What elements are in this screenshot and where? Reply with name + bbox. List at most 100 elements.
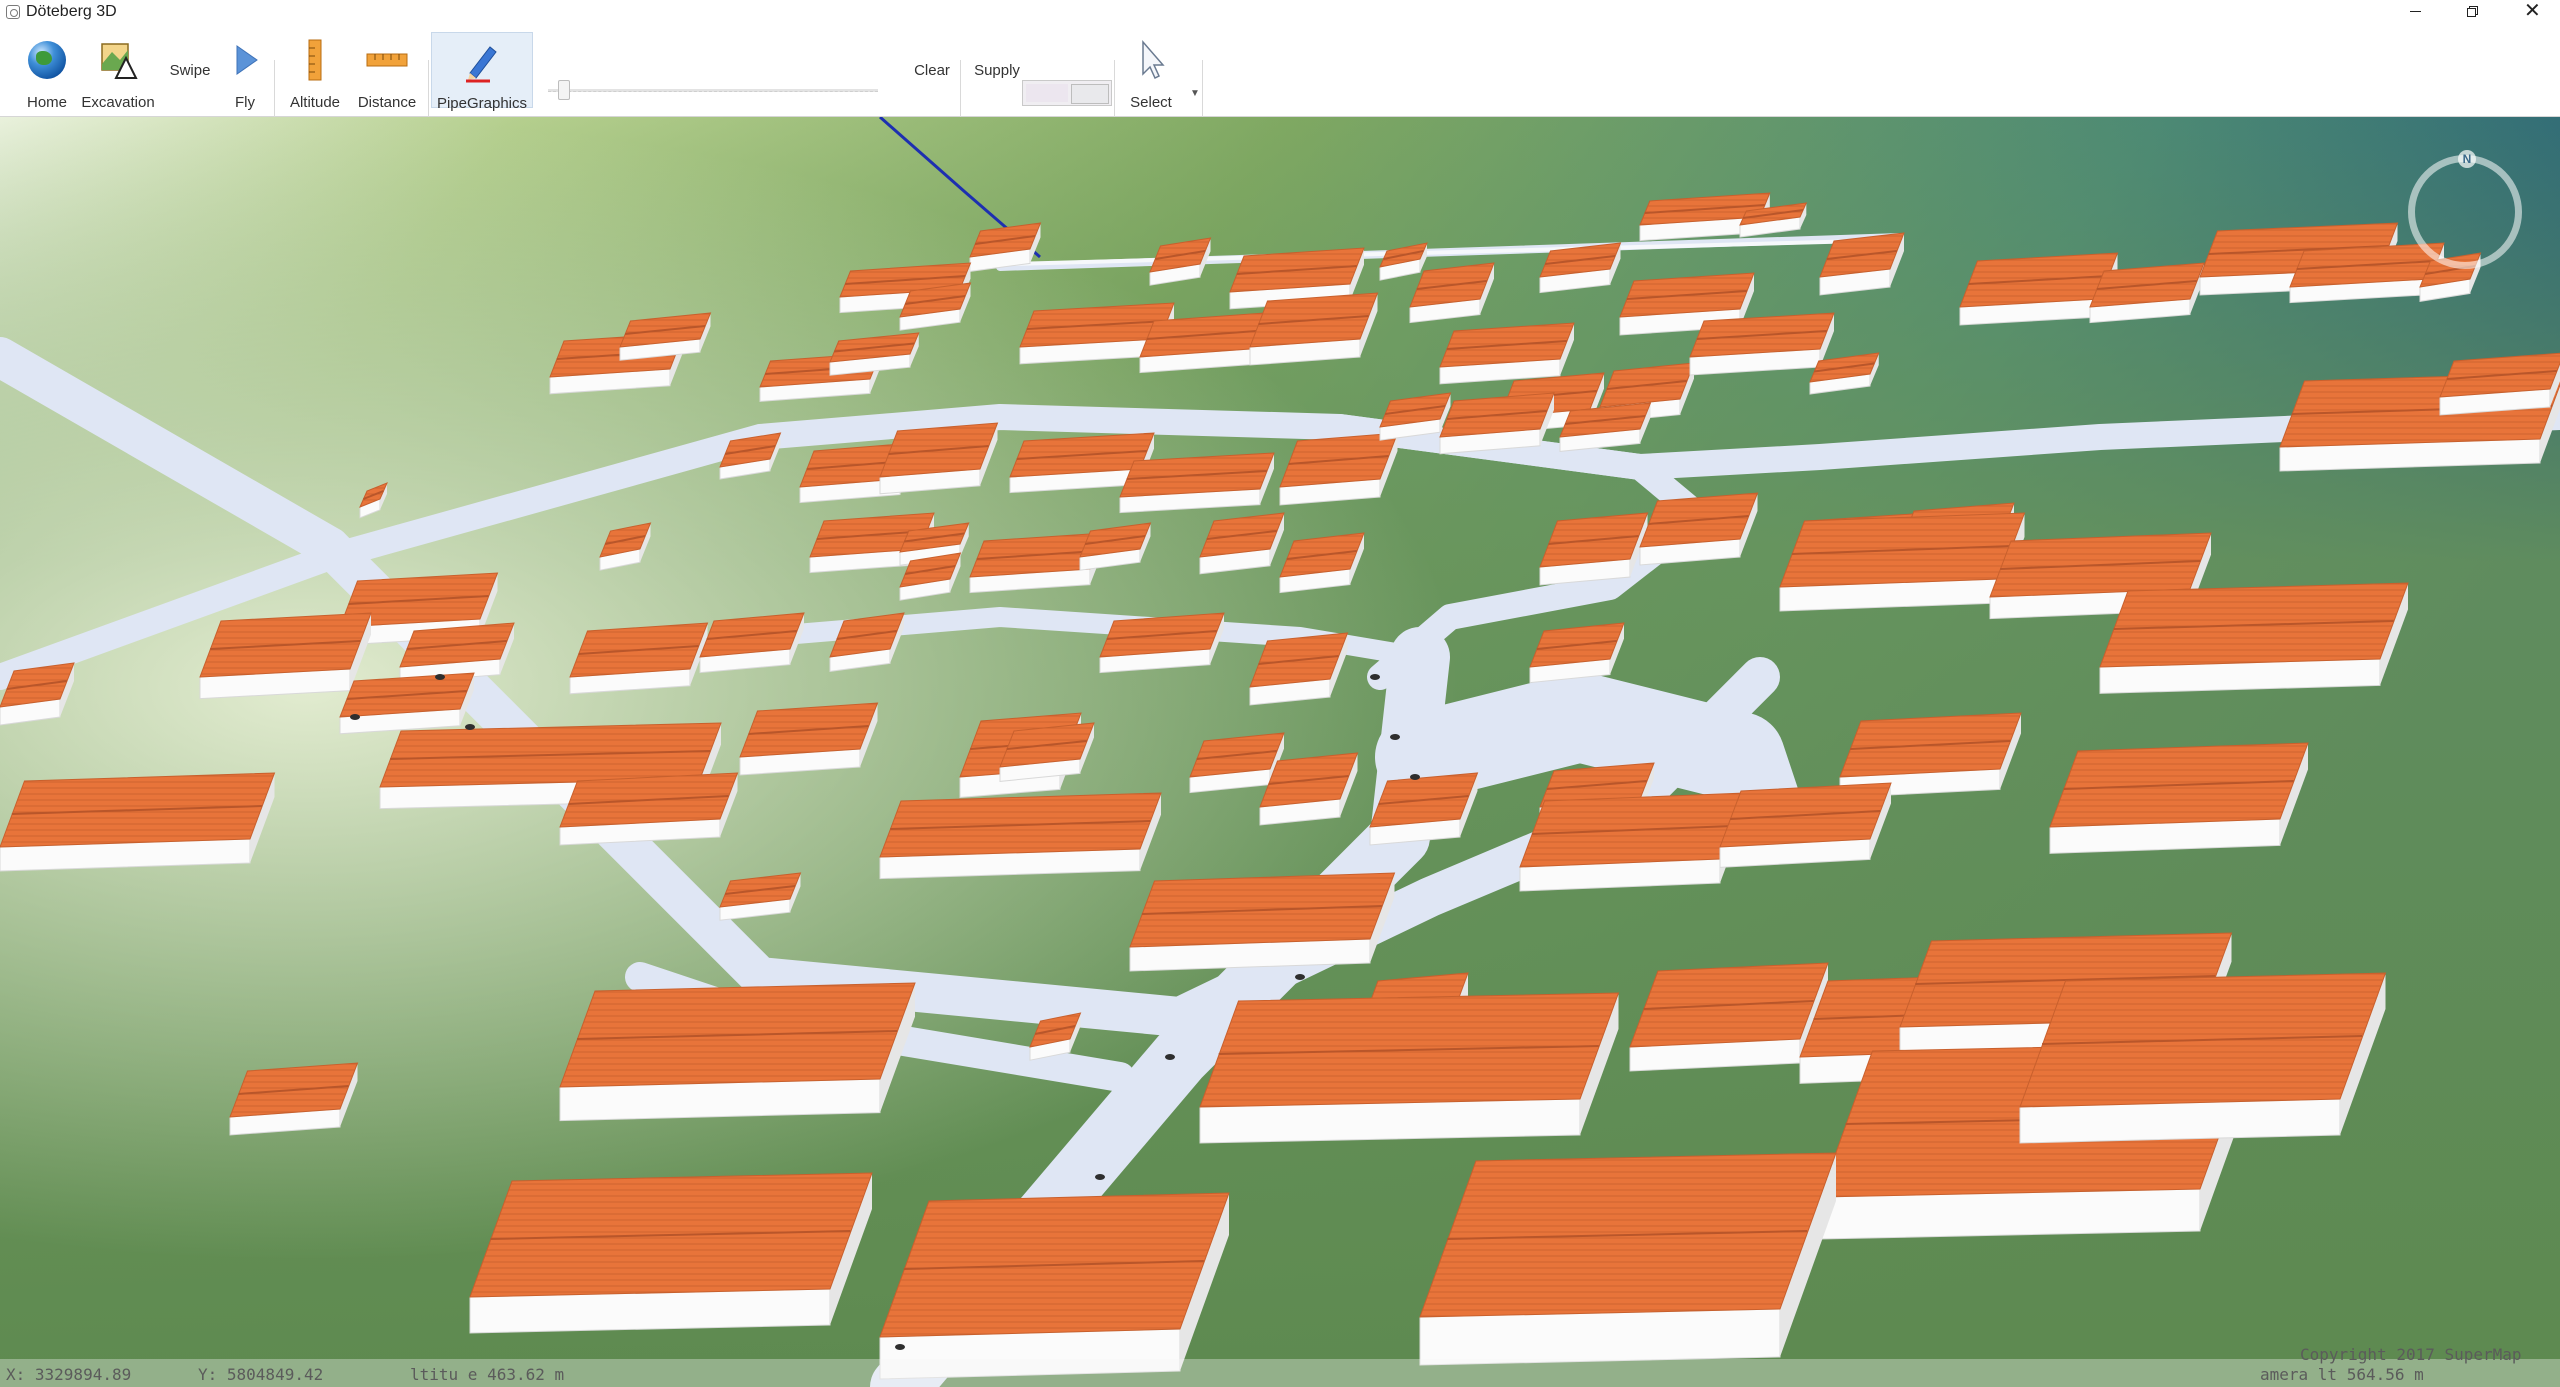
building	[2099, 582, 2409, 694]
close-button[interactable]: ✕	[2502, 0, 2560, 24]
window-title: Döteberg 3D	[26, 3, 117, 20]
building	[879, 1192, 1230, 1380]
building	[1249, 292, 1379, 366]
status-y-coordinate: Y: 5804849.42	[198, 1365, 324, 1384]
cursor-icon	[1129, 38, 1173, 82]
building	[1119, 452, 1275, 514]
building	[569, 622, 709, 695]
building	[1439, 392, 1555, 455]
status-altitude: ltitu e 463.62 m	[410, 1365, 565, 1384]
manhole-marker	[1295, 974, 1305, 980]
clear-button[interactable]: Clear	[904, 32, 960, 108]
building	[339, 672, 475, 735]
building	[1129, 872, 1396, 972]
restore-icon-front	[2467, 8, 2476, 17]
building	[879, 422, 999, 495]
building	[1139, 312, 1265, 374]
status-bar: X: 3329894.89 Y: 5804849.42 ltitu e 463.…	[0, 1345, 2560, 1387]
building	[1099, 612, 1225, 674]
manhole-marker	[1390, 734, 1400, 740]
manhole-marker	[1095, 1174, 1105, 1180]
swipe-button[interactable]: Swipe	[160, 32, 220, 108]
building	[229, 1062, 359, 1136]
pipegraphics-button[interactable]: PipeGraphics	[431, 32, 533, 112]
swipe-label: Swipe	[169, 62, 211, 79]
supply-toggle-fill	[1026, 84, 1068, 102]
building	[2019, 972, 2387, 1144]
building	[2049, 742, 2309, 854]
building	[559, 982, 916, 1122]
clear-label: Clear	[914, 62, 950, 79]
supply-toggle[interactable]	[1022, 80, 1112, 106]
building	[1439, 322, 1575, 385]
pencil-icon	[460, 39, 504, 83]
building	[469, 1172, 873, 1334]
globe-icon	[25, 38, 69, 82]
toolbar-separator	[274, 60, 275, 122]
3d-scene-view[interactable]: N X: 3329894.89 Y: 5804849.42 ltitu e 46…	[0, 117, 2560, 1387]
home-label: Home	[26, 94, 67, 111]
pipegraphics-label: PipeGraphics	[436, 95, 528, 112]
home-button[interactable]: Home	[12, 32, 82, 111]
supply-label: Supply	[974, 62, 1020, 79]
compass-icon[interactable]: N	[2408, 150, 2522, 269]
app-icon	[6, 5, 20, 19]
altitude-label: Altitude	[289, 94, 341, 111]
select-label: Select	[1130, 94, 1172, 111]
building	[1279, 432, 1399, 506]
building	[2089, 262, 2205, 324]
title-bar: Döteberg 3D ✕	[0, 0, 2560, 24]
building	[1629, 962, 1829, 1072]
building	[199, 612, 372, 700]
building	[999, 722, 1095, 782]
distance-button[interactable]: Distance	[350, 32, 424, 111]
toolbar-separator	[1114, 60, 1115, 122]
fly-arrow-icon	[223, 38, 267, 82]
toolbar-separator	[1202, 60, 1203, 120]
compass-north-label: N	[2458, 150, 2476, 168]
manhole-marker	[435, 674, 445, 680]
restore-button[interactable]	[2444, 0, 2502, 24]
manhole-marker	[350, 714, 360, 720]
building	[0, 772, 276, 872]
chevron-down-icon[interactable]: ▼	[1188, 88, 1202, 100]
slider-thumb[interactable]	[558, 80, 570, 100]
building	[1689, 312, 1835, 376]
manhole-marker	[895, 1344, 905, 1350]
minimize-button[interactable]	[2386, 0, 2444, 24]
select-button[interactable]: Select	[1118, 32, 1184, 111]
excavation-button[interactable]: Excavation	[78, 32, 158, 111]
building	[1539, 242, 1622, 294]
toolbar-separator	[428, 60, 429, 122]
city-model	[0, 117, 2560, 1387]
supply-toggle-knob[interactable]	[1071, 84, 1109, 104]
excavation-label: Excavation	[81, 94, 155, 111]
building	[1199, 992, 1620, 1144]
manhole-marker	[1165, 1054, 1175, 1060]
manhole-marker	[1410, 774, 1420, 780]
building	[739, 702, 879, 776]
building	[1639, 492, 1759, 566]
distance-ruler-icon	[365, 38, 409, 82]
fly-button[interactable]: Fly	[220, 32, 270, 111]
building	[1559, 402, 1652, 452]
status-x-coordinate: X: 3329894.89	[6, 1365, 132, 1384]
altitude-button[interactable]: Altitude	[280, 32, 350, 111]
minimize-icon	[2410, 11, 2421, 12]
window-controls: ✕	[2386, 0, 2560, 24]
building	[1529, 622, 1625, 684]
transparency-slider[interactable]	[548, 80, 878, 100]
toolbar: Home Excavation Swipe Fly Altitude Dista…	[0, 24, 2560, 122]
building	[1419, 1152, 1837, 1366]
building	[559, 772, 739, 846]
toolbar-separator	[960, 60, 961, 122]
ruler-icon	[293, 38, 337, 82]
building	[1519, 792, 1746, 892]
manhole-marker	[465, 724, 475, 730]
building	[2439, 352, 2560, 416]
distance-label: Distance	[357, 94, 417, 111]
excavation-icon	[96, 38, 140, 82]
building	[699, 612, 805, 674]
copyright-text: Copyright 2017 SuperMap	[2300, 1345, 2522, 1364]
building	[1719, 782, 1892, 868]
